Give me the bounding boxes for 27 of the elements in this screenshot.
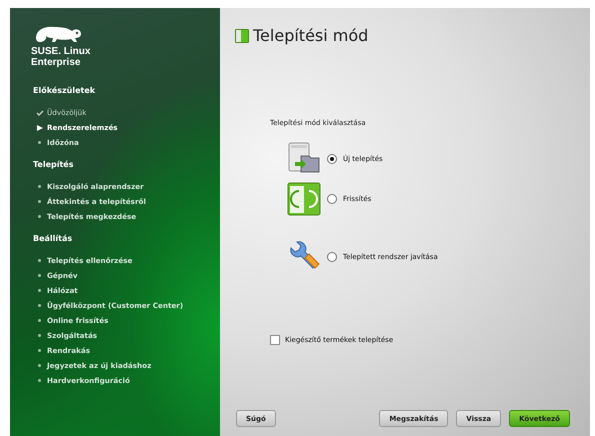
- chameleon-logo-icon: [33, 24, 83, 44]
- section-heading: Telepítés: [33, 160, 74, 169]
- bullet-icon: [38, 379, 41, 382]
- package-icon: [235, 28, 249, 42]
- bullet-icon: [38, 274, 41, 277]
- bullet-icon: [38, 304, 41, 307]
- refresh-package-icon: [287, 181, 321, 217]
- bullet-icon: [38, 215, 41, 218]
- radio-button[interactable]: [327, 154, 337, 164]
- bullet-icon: [38, 334, 41, 337]
- triangle-icon: [36, 124, 42, 130]
- bullet-icon: [38, 259, 41, 262]
- bullet-icon: [38, 289, 41, 292]
- bullet-icon: [38, 364, 41, 367]
- section-heading: Előkészületek: [33, 86, 96, 95]
- bullet-icon: [38, 185, 41, 188]
- radio-button[interactable]: [327, 252, 337, 262]
- bullet-icon: [38, 141, 41, 144]
- checkmark-icon: [36, 110, 44, 116]
- bullet-icon: [38, 200, 41, 203]
- radio-button[interactable]: [327, 194, 337, 204]
- bullet-icon: [38, 319, 41, 322]
- checkbox[interactable]: [270, 335, 280, 345]
- section-heading: Beállítás: [33, 234, 74, 243]
- product-name: SUSE. Linux Enterprise: [31, 46, 92, 68]
- page-title: Telepítési mód: [253, 26, 368, 45]
- bullet-icon: [38, 349, 41, 352]
